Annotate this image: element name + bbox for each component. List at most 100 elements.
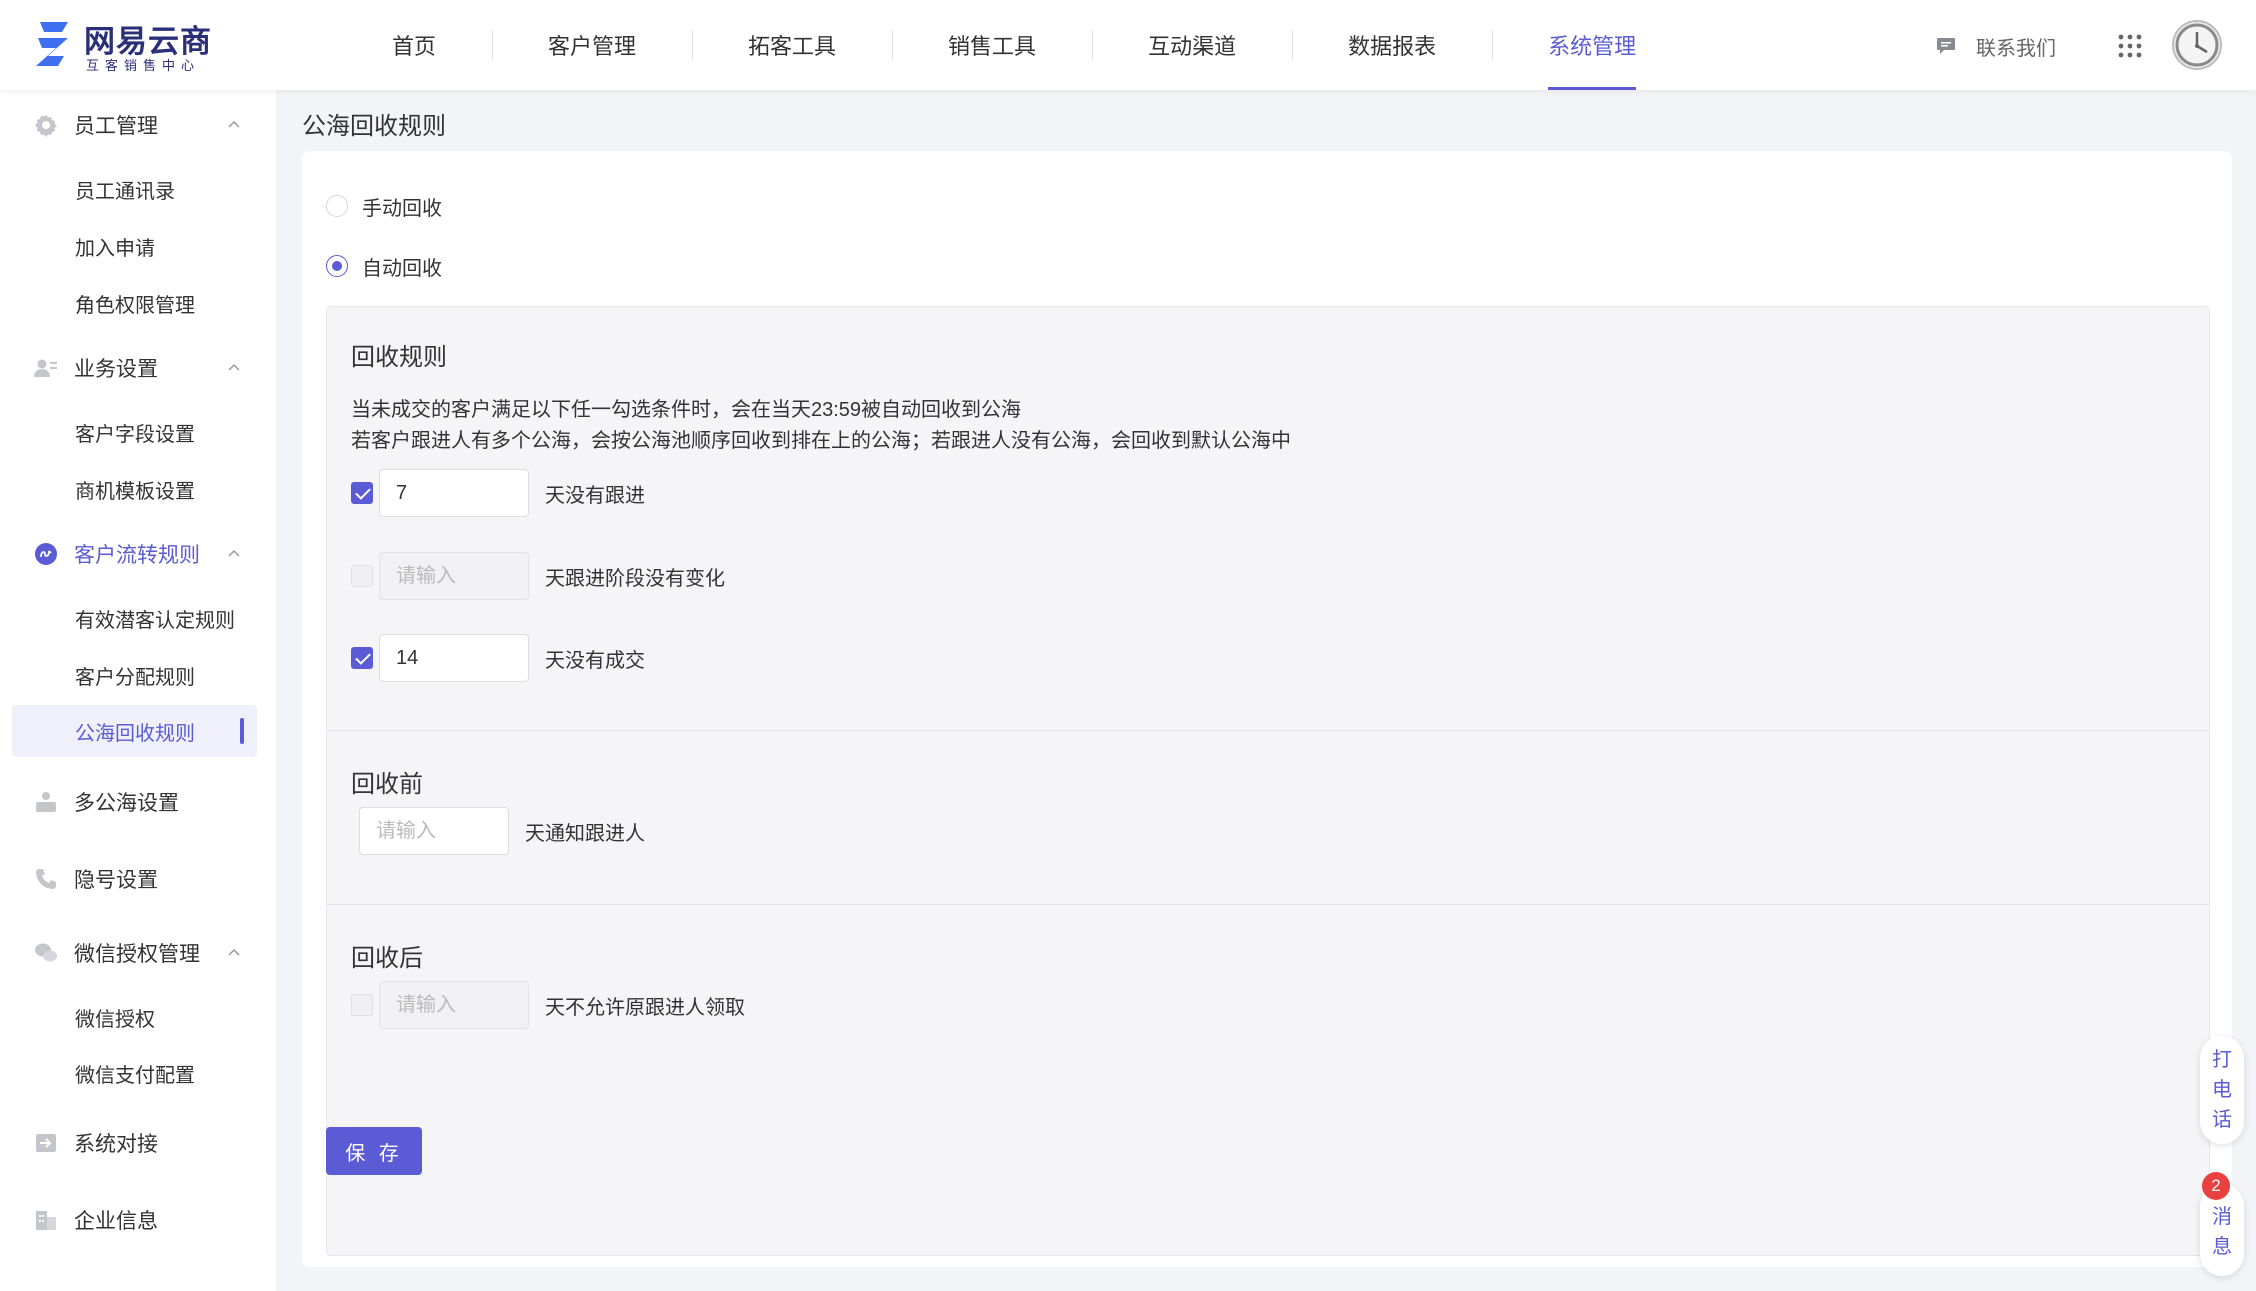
condition-checkbox[interactable] [351,482,373,504]
brand-logo[interactable]: 网易云商 互客销售中心 [34,16,234,74]
nav-prospecting-tools-label: 拓客工具 [748,34,837,59]
before-section-title: 回收前 [351,771,423,798]
before-notify-row: 天通知跟进人 [359,807,645,855]
chevron-up-icon [228,549,240,557]
sidebar-group-label: 企业信息 [74,1210,158,1233]
page-title: 公海回收规则 [302,113,446,140]
condition-no-followup: 天没有跟进 [351,469,645,517]
sidebar-item-customer-fields[interactable]: 客户字段设置 [12,406,257,458]
users-icon [36,792,56,812]
logo-mark-icon [36,22,68,66]
condition-suffix: 天没有成交 [545,649,645,672]
sidebar-group-label: 业务设置 [74,358,158,381]
chevron-up-icon [228,120,240,128]
no-followup-days-input[interactable] [379,469,529,517]
sidebar-group-label: 微信授权管理 [74,943,200,966]
nav-prospecting-tools[interactable]: 拓客工具 [692,0,892,90]
sidebar-item-wechat-pay-config[interactable]: 微信支付配置 [12,1047,257,1099]
nav-data-reports-label: 数据报表 [1348,34,1437,59]
condition-suffix: 天跟进阶段没有变化 [545,567,725,590]
sidebar-group-customer-flow-rules[interactable]: 客户流转规则 [0,526,276,582]
sidebar-item-label: 公海回收规则 [75,722,195,745]
sidebar-group-system-integration[interactable]: 系统对接 [0,1115,276,1171]
sidebar-item-join-requests[interactable]: 加入申请 [12,220,257,272]
sidebar-group-wechat-auth[interactable]: 微信授权管理 [0,925,276,981]
nav-customer-management[interactable]: 客户管理 [492,0,692,90]
sidebar-item-label: 有效潜客认定规则 [75,609,235,632]
radio-button[interactable] [326,195,348,217]
sidebar-item-label: 员工通讯录 [75,180,175,203]
nav-customer-management-label: 客户管理 [548,34,637,59]
sidebar-item-opportunity-templates[interactable]: 商机模板设置 [12,463,257,515]
condition-checkbox[interactable] [351,647,373,669]
sidebar-group-label: 隐号设置 [74,869,158,892]
contact-us-label: 联系我们 [1976,37,2056,60]
sidebar-item-label: 商机模板设置 [75,480,195,503]
avatar-image [2175,23,2219,67]
after-section-title: 回收后 [351,945,423,972]
nav-home[interactable]: 首页 [336,0,492,90]
sidebar-group-staff-management[interactable]: 员工管理 [0,97,276,153]
nav-system-management[interactable]: 系统管理 [1492,0,1692,90]
sidebar-group-label: 员工管理 [74,115,158,138]
sidebar-item-qualified-lead-rules[interactable]: 有效潜客认定规则 [12,592,257,644]
sidebar-item-public-pool-recycle-rules[interactable]: 公海回收规则 [12,705,257,757]
radio-auto-recycle[interactable]: 自动回收 [326,251,442,281]
nav-data-reports[interactable]: 数据报表 [1292,0,1492,90]
contact-us-link[interactable]: 联系我们 [1936,30,2056,62]
sidebar-item-label: 微信授权 [75,1008,155,1031]
radio-manual-recycle[interactable]: 手动回收 [326,191,442,221]
brand-subtitle: 互客销售中心 [86,58,201,73]
section-divider [327,730,2209,731]
nav-sales-tools[interactable]: 销售工具 [892,0,1092,90]
sidebar-item-label: 角色权限管理 [75,294,195,317]
grid-apps-icon[interactable] [2118,34,2142,58]
save-button[interactable]: 保 存 [326,1127,422,1175]
sidebar-group-label: 系统对接 [74,1133,158,1156]
nav-system-management-label: 系统管理 [1548,34,1637,59]
nav-sales-tools-label: 销售工具 [948,34,1037,59]
stage-unchanged-days-input[interactable] [379,552,529,600]
chevron-up-icon [228,948,240,956]
sidebar-item-label: 加入申请 [75,237,155,260]
recycle-rules-card: 手动回收 自动回收 回收规则 当未成交的客户满足以下任一勾选条件时，会在当天23… [302,151,2232,1267]
sidebar-item-wechat-authorization[interactable]: 微信授权 [12,991,257,1043]
building-icon [36,1211,56,1230]
no-deal-days-input[interactable] [379,634,529,682]
sidebar: 员工管理 员工通讯录 加入申请 角色权限管理 业务设置 客户字段设置 商机模板设… [0,90,276,1291]
section-divider [327,904,2209,905]
phone-icon [36,869,56,889]
nav-interaction-channels[interactable]: 互动渠道 [1092,0,1292,90]
nav-active-underline [1548,87,1637,90]
before-suffix: 天通知跟进人 [525,822,645,845]
main-nav: 首页 客户管理 拓客工具 销售工具 互动渠道 数据报表 系统管理 [336,0,1692,90]
sidebar-item-assignment-rules[interactable]: 客户分配规则 [12,649,257,701]
radio-label: 自动回收 [362,257,442,280]
chat-icon [1937,38,1955,54]
user-avatar[interactable] [2172,20,2222,70]
nav-home-label: 首页 [392,34,437,59]
condition-checkbox[interactable] [351,565,373,587]
after-claim-row: 天不允许原跟进人领取 [351,981,745,1029]
sidebar-item-role-permissions[interactable]: 角色权限管理 [12,277,257,329]
radio-label: 手动回收 [362,197,442,220]
sidebar-group-label: 多公海设置 [74,792,179,815]
radio-button[interactable] [326,255,348,277]
call-float-button[interactable]: 打电话 [2200,1036,2244,1144]
sidebar-group-private-number-settings[interactable]: 隐号设置 [0,851,276,907]
notify-days-input[interactable] [359,807,509,855]
wechat-icon [35,943,57,962]
sidebar-item-label: 微信支付配置 [75,1064,195,1087]
rules-description-line-2: 若客户跟进人有多个公海，会按公海池顺序回收到排在上的公海；若跟进人没有公海，会回… [351,430,1291,452]
sidebar-group-business-settings[interactable]: 业务设置 [0,340,276,396]
sidebar-group-multi-pool-settings[interactable]: 多公海设置 [0,774,276,830]
gear-icon [35,115,57,137]
no-reclaim-days-input[interactable] [379,981,529,1029]
after-suffix: 天不允许原跟进人领取 [545,996,745,1019]
after-checkbox[interactable] [351,994,373,1016]
sidebar-group-label: 客户流转规则 [74,544,200,567]
condition-no-deal: 天没有成交 [351,634,645,682]
sidebar-item-staff-directory[interactable]: 员工通讯录 [12,163,257,215]
auto-recycle-settings: 回收规则 当未成交的客户满足以下任一勾选条件时，会在当天23:59被自动回收到公… [326,306,2210,1256]
sidebar-group-company-info[interactable]: 企业信息 [0,1192,276,1248]
